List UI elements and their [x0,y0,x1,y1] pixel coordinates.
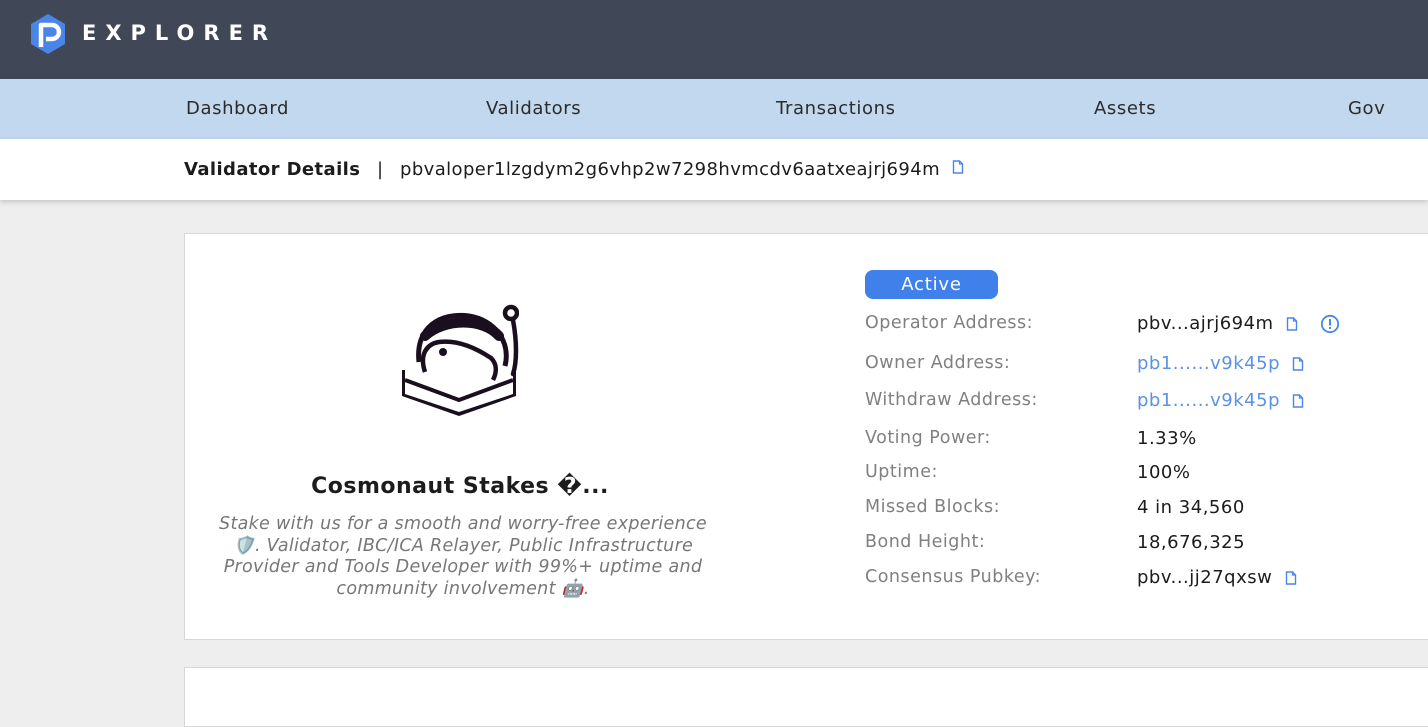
copy-icon[interactable] [1285,571,1297,585]
main-nav: Dashboard Validators Transactions Assets… [0,79,1428,139]
consensus-pubkey-text: pbv...jj27qxsw [1137,567,1273,588]
breadcrumb: Validator Details | pbvaloper1lzgdym2g6v… [0,139,1428,200]
voting-power-value: 1.33% [1137,428,1197,449]
copy-icon[interactable] [1292,394,1304,408]
copy-icon[interactable] [952,160,964,174]
copy-icon[interactable] [1292,357,1304,371]
alert-info-icon[interactable] [1320,314,1340,334]
top-header: EXPLORER [0,0,1428,79]
validator-card: Cosmonaut Stakes �... Stake with us for … [184,233,1428,640]
copy-icon[interactable] [1286,317,1298,331]
bond-height-label: Bond Height: [865,532,986,552]
withdraw-address-label: Withdraw Address: [865,390,1038,410]
uptime-label: Uptime: [865,462,938,482]
app-name[interactable]: EXPLORER [82,21,277,45]
nav-assets[interactable]: Assets [1094,98,1156,119]
consensus-pubkey-value: pbv...jj27qxsw [1137,567,1297,588]
withdraw-address-link[interactable]: pb1......v9k45p [1137,390,1280,411]
nav-transactions[interactable]: Transactions [776,98,896,119]
nav-dashboard[interactable]: Dashboard [186,98,289,119]
operator-address-value: pbv...ajrj694m [1137,313,1340,334]
withdraw-address-value: pb1......v9k45p [1137,390,1304,411]
missed-blocks-value: 4 in 34,560 [1137,497,1245,518]
nav-gov[interactable]: Gov [1348,98,1385,119]
owner-address-link[interactable]: pb1......v9k45p [1137,353,1280,374]
owner-address-value: pb1......v9k45p [1137,353,1304,374]
operator-address-label: Operator Address: [865,313,1033,333]
owner-address-label: Owner Address: [865,353,1011,373]
p-logo-icon[interactable] [29,13,67,55]
operator-address-text: pbv...ajrj694m [1137,313,1274,334]
validator-address: pbvaloper1lzgdym2g6vhp2w7298hvmcdv6aatxe… [400,159,964,180]
consensus-pubkey-label: Consensus Pubkey: [865,567,1042,587]
page-title: Validator Details [184,159,361,180]
second-card [184,667,1428,727]
nav-validators[interactable]: Validators [486,98,581,119]
voting-power-label: Voting Power: [865,428,991,448]
astronaut-avatar [402,304,519,416]
breadcrumb-separator: | [377,159,384,180]
missed-blocks-label: Missed Blocks: [865,497,1000,517]
uptime-value: 100% [1137,462,1191,483]
validator-address-text: pbvaloper1lzgdym2g6vhp2w7298hvmcdv6aatxe… [400,159,941,180]
validator-description: Stake with us for a smooth and worry-fre… [219,514,707,599]
status-badge: Active [865,270,998,299]
validator-name: Cosmonaut Stakes �... [311,474,609,499]
bond-height-value: 18,676,325 [1137,532,1246,553]
